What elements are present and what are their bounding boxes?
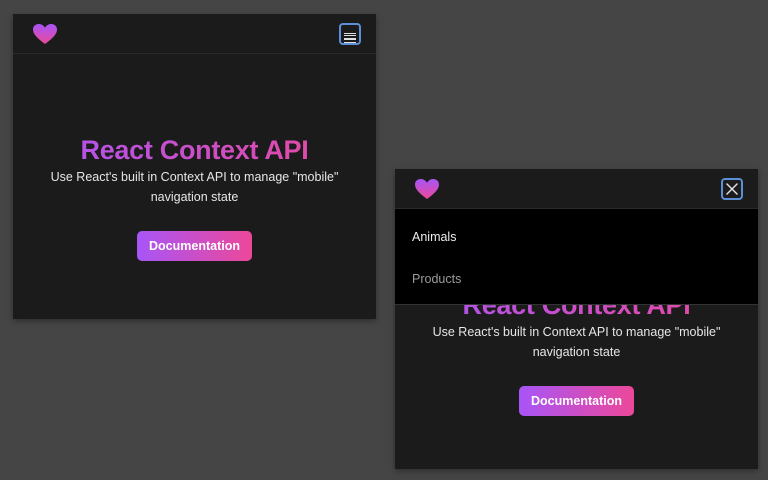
menu-toggle-button[interactable]: [339, 22, 361, 45]
hero-section: React Context API Use React's built in C…: [395, 291, 758, 416]
app-window-menu-closed: React Context API Use React's built in C…: [13, 14, 376, 319]
hamburger-icon: [344, 32, 356, 44]
hero-description: Use React's built in Context API to mana…: [50, 170, 339, 204]
documentation-button[interactable]: Documentation: [519, 386, 634, 416]
navbar: [395, 169, 758, 209]
navbar: [13, 14, 376, 54]
menu-close-button[interactable]: [721, 177, 743, 200]
close-icon: [726, 182, 738, 195]
heart-logo-icon[interactable]: [414, 178, 440, 200]
nav-item-animals[interactable]: Animals: [395, 209, 758, 251]
mobile-nav-menu: Animals Products: [395, 209, 758, 305]
heart-logo-icon[interactable]: [32, 23, 58, 45]
documentation-button[interactable]: Documentation: [137, 231, 252, 261]
app-window-menu-open: Animals Products React Context API Use R…: [395, 169, 758, 469]
hero-title: React Context API: [13, 136, 376, 164]
nav-item-products[interactable]: Products: [395, 251, 758, 293]
hero-section: React Context API Use React's built in C…: [13, 136, 376, 261]
hero-description: Use React's built in Context API to mana…: [432, 325, 721, 359]
